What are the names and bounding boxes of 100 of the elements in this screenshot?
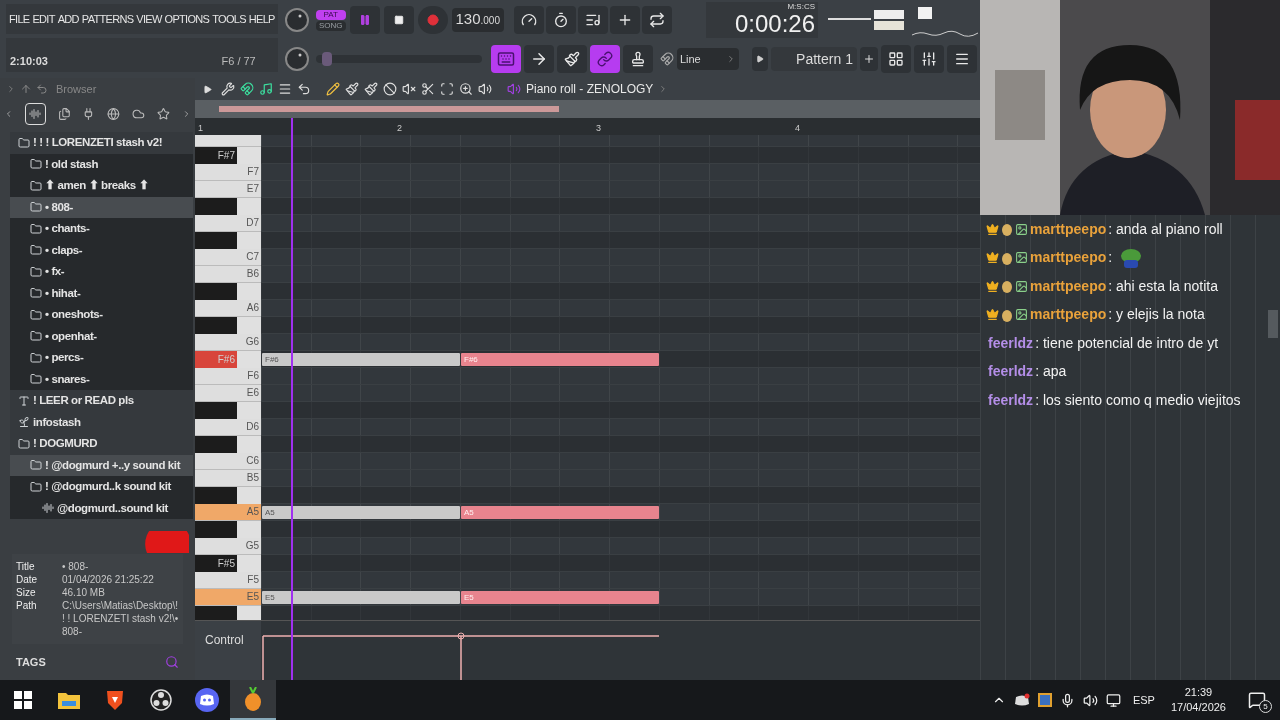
browser-item[interactable]: • chants-: [10, 218, 193, 240]
browser-item[interactable]: • snares-: [10, 368, 193, 390]
notification-icon[interactable]: [1248, 691, 1266, 709]
tempo-field[interactable]: 130.000: [451, 8, 504, 32]
mute-icon[interactable]: [402, 82, 416, 96]
loop-button[interactable]: [642, 6, 672, 34]
browser-item[interactable]: ! @dogmurd..k sound kit: [10, 476, 193, 498]
browser-item[interactable]: @dogmurd..sound kit: [10, 497, 193, 519]
browser-item[interactable]: ⬆ amen ⬆ breaks ⬆: [10, 175, 193, 197]
browser-item[interactable]: • hihat-: [10, 282, 193, 304]
magnet-icon[interactable]: [240, 82, 254, 96]
playlist-button[interactable]: [880, 45, 911, 73]
bar-number: 3: [596, 122, 601, 133]
brush-icon[interactable]: [345, 82, 359, 96]
back-icon[interactable]: [36, 83, 48, 95]
browser-item[interactable]: infostash: [10, 411, 193, 433]
menu-item[interactable]: OPTIONS: [164, 10, 210, 28]
scrollbar[interactable]: [1268, 310, 1278, 338]
brush-button[interactable]: [556, 45, 587, 73]
globe-icon[interactable]: [107, 107, 121, 121]
note[interactable]: E5: [262, 590, 460, 604]
stamp-button[interactable]: [622, 45, 653, 73]
piano-roll-button[interactable]: [490, 45, 521, 73]
arrow-button[interactable]: [523, 45, 554, 73]
browser-item[interactable]: • percs-: [10, 347, 193, 369]
menu-item[interactable]: EDIT: [32, 10, 55, 28]
plugin-tab[interactable]: [25, 103, 46, 125]
image-icon: [1015, 222, 1028, 236]
text-file-icon: [18, 394, 30, 407]
wait-button[interactable]: [546, 6, 576, 34]
menu-item[interactable]: HELP: [248, 10, 275, 28]
brush-icon[interactable]: [364, 82, 378, 96]
browser-item[interactable]: ! @dogmurd +..y sound kit: [10, 454, 193, 476]
language-indicator[interactable]: ESP: [1128, 691, 1159, 709]
volume-icon[interactable]: [1082, 692, 1098, 708]
overview-scrollbar[interactable]: [195, 100, 980, 118]
knob[interactable]: [283, 6, 310, 33]
network-icon[interactable]: [1105, 692, 1121, 708]
chat-message: : tiene potencial de intro de yt: [1035, 333, 1219, 353]
knob[interactable]: [283, 45, 310, 72]
pencil-icon[interactable]: [326, 82, 340, 96]
key-label: F6: [247, 369, 259, 383]
star-icon[interactable]: [157, 107, 170, 121]
step-button[interactable]: [913, 45, 944, 73]
bar-number: 1: [198, 122, 203, 133]
note-icon[interactable]: [259, 82, 273, 96]
menu-item[interactable]: PATTERNS: [81, 10, 134, 28]
menu-item[interactable]: TOOLS: [212, 10, 246, 28]
link-icon: [596, 51, 613, 67]
chat-username: marttpeepo: [1030, 276, 1107, 296]
cloud-icon[interactable]: [132, 107, 145, 121]
add-button[interactable]: [610, 6, 640, 34]
ban-icon[interactable]: [383, 82, 397, 96]
note[interactable]: A5: [262, 505, 460, 519]
key-label: D6: [246, 420, 259, 434]
browser-item[interactable]: ! old stash: [10, 153, 193, 175]
files-icon[interactable]: [57, 107, 71, 121]
notification-count: 5: [1259, 700, 1272, 713]
browser-item[interactable]: • openhat-: [10, 325, 193, 347]
metronome-button[interactable]: [514, 6, 544, 34]
select-icon[interactable]: [440, 82, 454, 96]
note[interactable]: F#6: [262, 352, 460, 366]
menu-item[interactable]: ADD: [57, 10, 79, 28]
browser-item[interactable]: • claps-: [10, 239, 193, 261]
play-icon[interactable]: [203, 84, 212, 94]
slider-thumb[interactable]: [322, 52, 333, 66]
pattern-arrow-button[interactable]: [751, 47, 768, 71]
mode-toggle[interactable]: SONG: [315, 20, 346, 31]
menu-icon[interactable]: [278, 82, 292, 96]
microphone-icon[interactable]: [1059, 692, 1075, 708]
pattern-field[interactable]: Pattern 1: [770, 47, 857, 71]
add-pattern-button[interactable]: [859, 47, 878, 71]
stop-button[interactable]: [383, 6, 414, 34]
folder-icon: [30, 158, 42, 171]
browser-item[interactable]: • 808-: [10, 196, 193, 218]
pitch-slider[interactable]: [315, 55, 482, 63]
scissors-icon[interactable]: [421, 82, 435, 96]
browser-item[interactable]: ! LEER or READ pls: [10, 390, 193, 412]
menu-item[interactable]: FILE: [9, 10, 30, 28]
countdown-button[interactable]: [578, 6, 608, 34]
snap-dropdown[interactable]: Line: [676, 48, 739, 70]
folder-icon: [58, 691, 80, 709]
clock[interactable]: 21:39 17/04/2026: [1166, 685, 1230, 715]
key-label: A6: [246, 301, 259, 315]
browser-item[interactable]: • oneshots-: [10, 304, 193, 326]
browser-item[interactable]: ! DOGMURD: [10, 433, 193, 455]
mode-toggle[interactable]: PAT: [315, 9, 346, 20]
undo-icon[interactable]: [297, 82, 311, 96]
keyboard-icon: [496, 50, 515, 68]
zoom-icon[interactable]: [459, 82, 473, 96]
pause-icon: [358, 14, 371, 26]
browser-item[interactable]: • fx-: [10, 261, 193, 283]
menu-item[interactable]: VIEW: [136, 10, 162, 28]
browser-item[interactable]: ! ! ! LORENZETI stash v2!: [10, 132, 193, 154]
scroll-thumb[interactable]: [219, 105, 559, 112]
wrench-icon[interactable]: [221, 82, 235, 96]
speaker-icon[interactable]: [478, 82, 492, 96]
mixer-button[interactable]: [946, 45, 977, 73]
discord-icon[interactable]: [1013, 693, 1030, 707]
app-icon[interactable]: [1037, 693, 1052, 707]
